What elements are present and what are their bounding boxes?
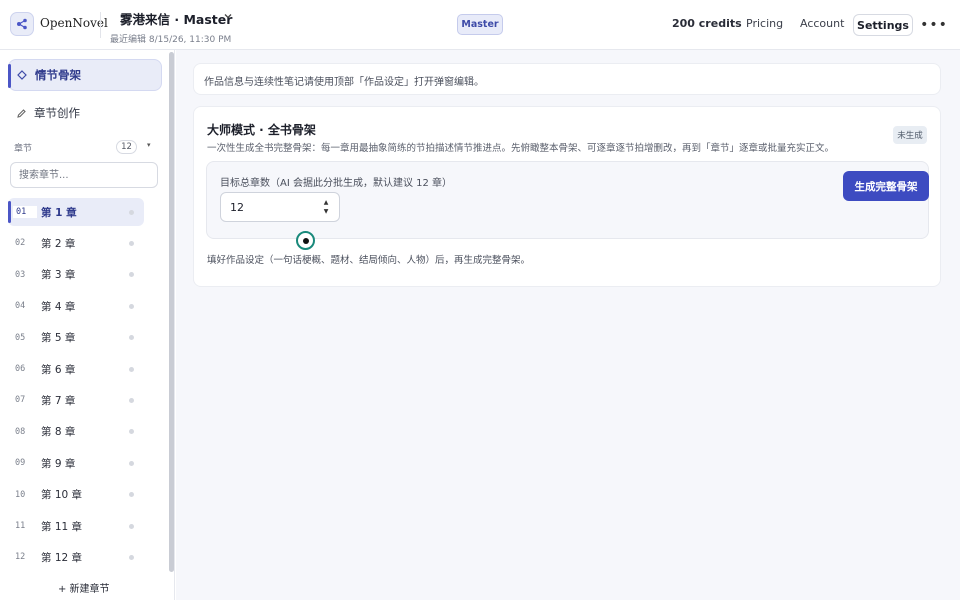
chapter-item[interactable]: 04 第 4 章 bbox=[8, 292, 144, 320]
chapter-item[interactable]: 08 第 8 章 bbox=[8, 418, 144, 446]
pencil-icon bbox=[8, 108, 34, 119]
chapter-name: 第 9 章 bbox=[41, 457, 76, 470]
diamond-icon bbox=[9, 70, 35, 80]
chapter-number: 10 bbox=[15, 489, 26, 500]
chapters-section-label: 章节 bbox=[14, 144, 33, 154]
chapter-status-dot bbox=[129, 523, 134, 529]
mode-badge: Master bbox=[457, 14, 503, 35]
stepper-arrows-icon[interactable]: ▲ ▼ bbox=[320, 199, 332, 215]
chapter-item[interactable]: 02 第 2 章 bbox=[8, 229, 144, 257]
chapter-status-dot bbox=[129, 303, 134, 309]
master-mode-card: 大师模式 · 全书骨架 一次性生成全书完整骨架：每一章用最抽象简练的节拍描述情节… bbox=[193, 106, 941, 287]
chapter-item[interactable]: 05 第 5 章 bbox=[8, 324, 144, 352]
chapter-item[interactable]: 09 第 9 章 bbox=[8, 449, 144, 477]
chapter-name: 第 1 章 bbox=[41, 206, 77, 219]
last-edited-timestamp: 最近编辑 8/15/26, 11:30 PM bbox=[110, 35, 232, 45]
chapter-status-dot bbox=[129, 554, 134, 560]
chapter-name: 第 8 章 bbox=[41, 426, 76, 439]
card-title: 大师模式 · 全书骨架 bbox=[207, 123, 316, 137]
app-logo-text[interactable]: OpenNovel bbox=[40, 16, 108, 30]
chapter-number: 05 bbox=[15, 332, 26, 343]
chapter-number: 08 bbox=[15, 426, 26, 437]
chapter-number: 03 bbox=[15, 269, 26, 280]
pricing-link[interactable]: Pricing bbox=[746, 17, 783, 30]
chapter-status-dot bbox=[129, 335, 134, 341]
chapter-number: 12 bbox=[15, 552, 26, 563]
chapter-status-dot bbox=[129, 366, 134, 372]
generate-skeleton-button[interactable]: 生成完整骨架 bbox=[843, 171, 929, 201]
chapter-item[interactable]: 01 第 1 章 bbox=[8, 198, 144, 226]
chapter-status-dot bbox=[129, 397, 134, 403]
generation-settings-panel: 目标总章数（AI 会据此分批生成，默认建议 12 章） ▲▼ 生成完整骨架 bbox=[206, 161, 929, 239]
chapter-total-stepper[interactable]: ▲▼ bbox=[220, 192, 340, 222]
sidebar-item-plot-skeleton[interactable]: 情节骨架 bbox=[8, 59, 162, 91]
chapter-total-label: 目标总章数（AI 会据此分批生成，默认建议 12 章） bbox=[220, 178, 453, 189]
status-badge: 未生成 bbox=[893, 126, 927, 144]
settings-button[interactable]: Settings bbox=[853, 14, 913, 36]
caret-down-icon[interactable]: ▾ bbox=[147, 141, 151, 149]
chapter-name: 第 7 章 bbox=[41, 394, 76, 407]
sidebar-scrollbar[interactable] bbox=[169, 52, 174, 572]
top-bar: OpenNovel 雾港来信 · Master 最近编辑 8/15/26, 11… bbox=[0, 0, 960, 50]
chapter-status-dot bbox=[129, 492, 134, 498]
project-title[interactable]: 雾港来信 · Master bbox=[120, 9, 232, 28]
chapter-name: 第 3 章 bbox=[41, 269, 76, 282]
sidebar-item-label: 情节骨架 bbox=[35, 68, 81, 82]
credits-count: 200 credits bbox=[672, 17, 742, 30]
mouse-cursor-indicator bbox=[296, 231, 315, 250]
chapter-item[interactable]: 11 第 11 章 bbox=[8, 512, 144, 540]
chapter-item[interactable]: 12 第 12 章 bbox=[8, 543, 144, 571]
chapter-status-dot bbox=[129, 240, 134, 246]
chapter-name: 第 2 章 bbox=[41, 237, 76, 250]
chapter-item[interactable]: 10 第 10 章 bbox=[8, 481, 144, 509]
share-nodes-icon[interactable] bbox=[10, 12, 34, 36]
chapter-item[interactable]: 06 第 6 章 bbox=[8, 355, 144, 383]
chapter-count-badge: 12 bbox=[116, 140, 137, 154]
chapter-name: 第 10 章 bbox=[41, 489, 83, 502]
account-link[interactable]: Account bbox=[800, 17, 844, 30]
chapter-number: 07 bbox=[15, 395, 26, 406]
chapter-name: 第 6 章 bbox=[41, 363, 76, 376]
chapter-total-input[interactable] bbox=[221, 193, 317, 221]
chapter-status-dot bbox=[129, 209, 134, 215]
sidebar-item-label: 章节创作 bbox=[34, 106, 80, 120]
card-description: 一次性生成全书完整骨架：每一章用最抽象简练的节拍描述情节推进点。先俯瞰整本骨架、… bbox=[207, 143, 835, 154]
chevron-down-icon[interactable] bbox=[222, 10, 234, 22]
chapter-number: 09 bbox=[15, 458, 26, 469]
chapter-name: 第 11 章 bbox=[41, 520, 83, 533]
chapter-item[interactable]: 03 第 3 章 bbox=[8, 261, 144, 289]
chapter-status-dot bbox=[129, 272, 134, 278]
chapter-status-dot bbox=[129, 429, 134, 435]
chapter-status-dot bbox=[129, 460, 134, 466]
chapter-item[interactable]: 07 第 7 章 bbox=[8, 386, 144, 414]
chapter-number: 11 bbox=[15, 521, 26, 531]
chapter-name: 第 5 章 bbox=[41, 332, 76, 345]
chapter-name: 第 4 章 bbox=[41, 300, 76, 313]
more-options-icon[interactable]: ••• bbox=[920, 14, 947, 36]
chapter-name: 第 12 章 bbox=[41, 551, 83, 564]
chapter-number: 06 bbox=[15, 364, 26, 374]
sidebar-item-chapter-writing[interactable]: 章节创作 bbox=[8, 97, 162, 129]
chapter-search-input[interactable] bbox=[10, 162, 158, 188]
chapter-number: 01 bbox=[13, 206, 37, 218]
header-divider bbox=[100, 12, 101, 38]
generation-hint: 填好作品设定（一句话梗概、题材、结局倾向、人物）后，再生成完整骨架。 bbox=[207, 255, 531, 266]
info-note: 作品信息与连续性笔记请使用顶部「作品设定」打开弹窗编辑。 bbox=[193, 63, 941, 95]
chapter-number: 02 bbox=[15, 238, 26, 249]
chapter-number: 04 bbox=[15, 301, 26, 312]
new-chapter-button[interactable]: + 新建章节 bbox=[58, 580, 110, 595]
